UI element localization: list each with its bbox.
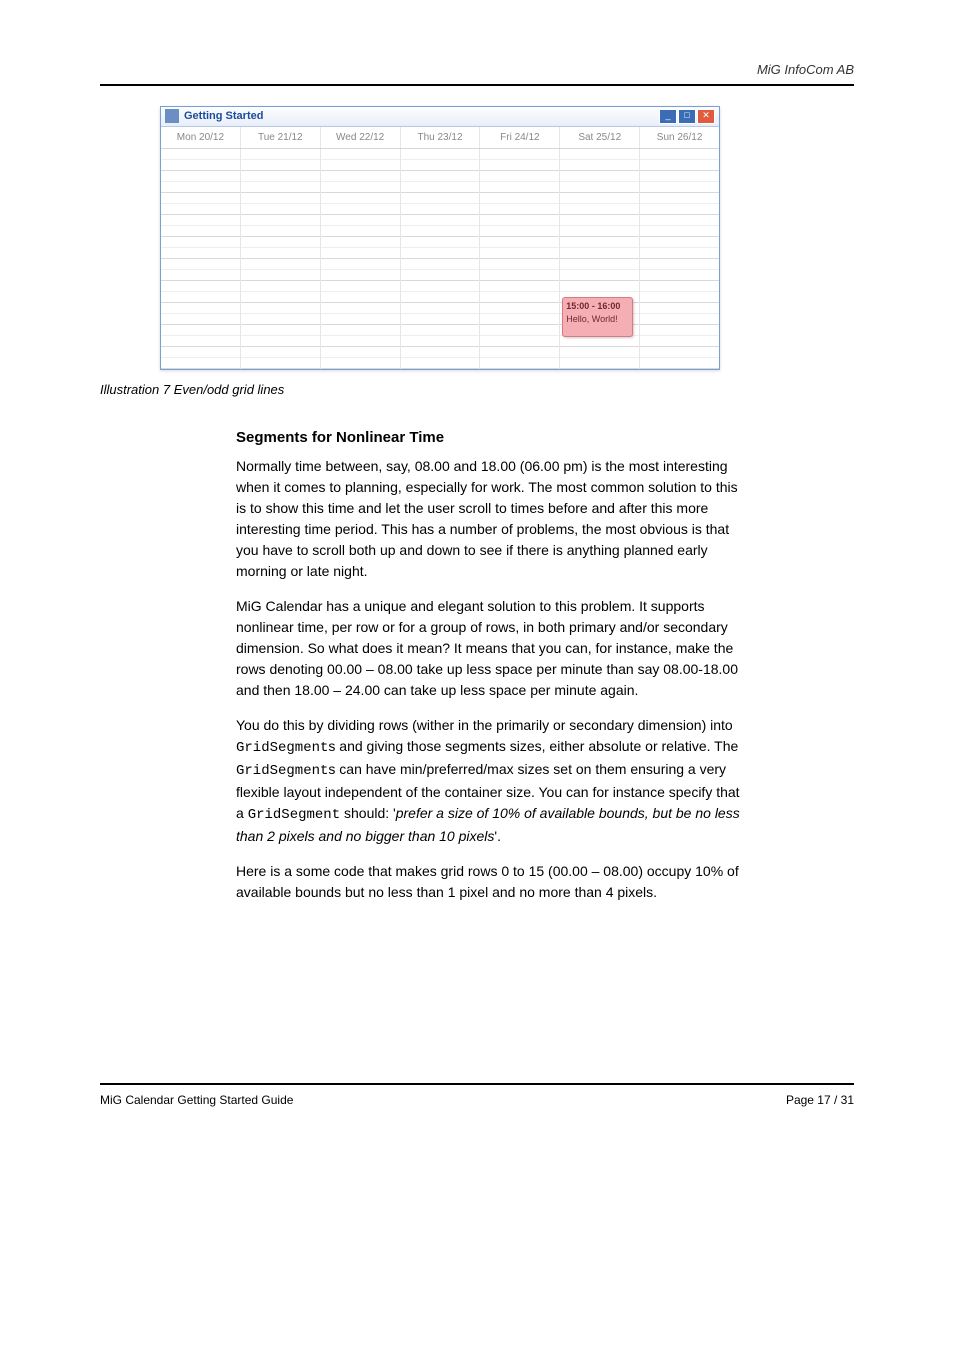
window-controls: _ □ ✕ bbox=[659, 109, 715, 124]
calendar-header-row: Mon 20/12 Tue 21/12 Wed 22/12 Thu 23/12 … bbox=[161, 127, 719, 149]
text-run: You do this by dividing rows (wither in … bbox=[236, 717, 733, 733]
calendar-grid: Mon 20/12 Tue 21/12 Wed 22/12 Thu 23/12 … bbox=[161, 127, 719, 369]
section-heading: Segments for Nonlinear Time bbox=[236, 427, 741, 450]
day-header: Wed 22/12 bbox=[321, 127, 401, 148]
calendar-event[interactable]: 15:00 - 16:00 Hello, World! bbox=[562, 297, 633, 337]
day-column bbox=[241, 149, 321, 369]
maximize-icon[interactable]: □ bbox=[678, 109, 696, 124]
body-content: Segments for Nonlinear Time Normally tim… bbox=[236, 427, 741, 903]
app-icon bbox=[165, 109, 179, 123]
calendar-body: 15:00 - 16:00 Hello, World! bbox=[161, 149, 719, 369]
day-column bbox=[321, 149, 401, 369]
paragraph: Here is a some code that makes grid rows… bbox=[236, 861, 741, 903]
day-header: Sat 25/12 bbox=[560, 127, 640, 148]
figure-caption: Illustration 7 Even/odd grid lines bbox=[100, 380, 854, 400]
day-column: 15:00 - 16:00 Hello, World! bbox=[560, 149, 640, 369]
footer-right: Page 17 / 31 bbox=[786, 1091, 854, 1109]
day-header: Thu 23/12 bbox=[401, 127, 481, 148]
illustration-figure: Getting Started _ □ ✕ Mon 20/12 Tue 21/1… bbox=[160, 106, 854, 370]
day-header: Fri 24/12 bbox=[480, 127, 560, 148]
code-run: GridSegment bbox=[236, 763, 328, 779]
text-run: s and giving those segments sizes, eithe… bbox=[328, 738, 738, 754]
event-label: Hello, World! bbox=[566, 313, 629, 327]
day-column bbox=[480, 149, 560, 369]
page-footer: MiG Calendar Getting Started Guide Page … bbox=[100, 1083, 854, 1109]
window-title: Getting Started bbox=[184, 108, 659, 125]
window-titlebar: Getting Started _ □ ✕ bbox=[161, 107, 719, 127]
day-header: Tue 21/12 bbox=[241, 127, 321, 148]
text-run: should: ' bbox=[340, 805, 396, 821]
demo-window: Getting Started _ □ ✕ Mon 20/12 Tue 21/1… bbox=[160, 106, 720, 370]
paragraph: Normally time between, say, 08.00 and 18… bbox=[236, 456, 741, 582]
day-column bbox=[640, 149, 719, 369]
code-run: GridSegment bbox=[236, 740, 328, 756]
close-icon[interactable]: ✕ bbox=[697, 109, 715, 124]
day-header: Mon 20/12 bbox=[161, 127, 241, 148]
day-column bbox=[161, 149, 241, 369]
event-time: 15:00 - 16:00 bbox=[566, 300, 629, 314]
brand-header: MiG InfoCom AB bbox=[100, 60, 854, 86]
day-header: Sun 26/12 bbox=[640, 127, 719, 148]
paragraph: You do this by dividing rows (wither in … bbox=[236, 715, 741, 847]
code-run: GridSegment bbox=[248, 807, 340, 823]
paragraph: MiG Calendar has a unique and elegant so… bbox=[236, 596, 741, 701]
minimize-icon[interactable]: _ bbox=[659, 109, 677, 124]
footer-left: MiG Calendar Getting Started Guide bbox=[100, 1091, 293, 1109]
day-column bbox=[401, 149, 481, 369]
text-run: '. bbox=[494, 828, 501, 844]
